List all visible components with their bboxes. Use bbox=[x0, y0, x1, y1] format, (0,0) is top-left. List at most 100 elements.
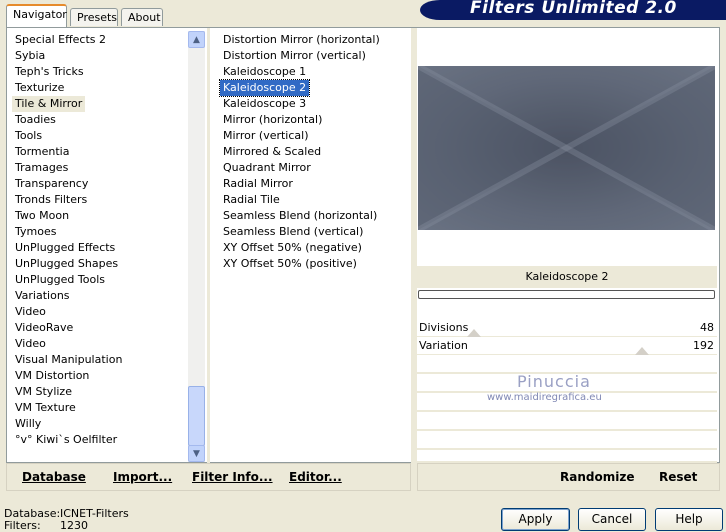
tab-label: Presets bbox=[77, 11, 118, 24]
category-item[interactable]: UnPlugged Tools bbox=[12, 272, 187, 288]
scroll-up-button[interactable]: ▲ bbox=[188, 31, 205, 48]
category-item[interactable]: Tronds Filters bbox=[12, 192, 187, 208]
empty-slider-row bbox=[417, 414, 717, 431]
filter-item[interactable]: Radial Tile bbox=[220, 192, 410, 208]
category-item[interactable]: Special Effects 2 bbox=[12, 32, 187, 48]
filter-label: Mirror (horizontal) bbox=[223, 113, 323, 126]
filter-item[interactable]: XY Offset 50% (positive) bbox=[220, 256, 410, 272]
category-item[interactable]: Toadies bbox=[12, 112, 187, 128]
category-scrollbar[interactable]: ▲ ▼ bbox=[188, 31, 205, 462]
category-item[interactable]: Tile & Mirror bbox=[12, 96, 187, 112]
filter-item[interactable]: Mirror (horizontal) bbox=[220, 112, 410, 128]
category-item[interactable]: Tramages bbox=[12, 160, 187, 176]
filter-item[interactable]: XY Offset 50% (negative) bbox=[220, 240, 410, 256]
category-item[interactable]: °v° Kiwi`s Oelfilter bbox=[12, 432, 187, 448]
category-item[interactable]: VideoRave bbox=[12, 320, 187, 336]
filters-status: Filters: 1230 bbox=[4, 519, 88, 532]
help-button[interactable]: Help bbox=[655, 508, 723, 531]
category-item[interactable]: VM Stylize bbox=[12, 384, 187, 400]
filter-item[interactable]: Mirrored & Scaled bbox=[220, 144, 410, 160]
category-label: Video bbox=[15, 305, 46, 318]
reset-button[interactable]: Reset bbox=[659, 470, 697, 484]
scroll-down-button[interactable]: ▼ bbox=[188, 445, 205, 462]
filter-item[interactable]: Kaleidoscope 3 bbox=[220, 96, 410, 112]
category-item[interactable]: Tools bbox=[12, 128, 187, 144]
filter-label: Radial Tile bbox=[223, 193, 280, 206]
filter-item[interactable]: Seamless Blend (vertical) bbox=[220, 224, 410, 240]
filter-item[interactable]: Distortion Mirror (horizontal) bbox=[220, 32, 410, 48]
cancel-button[interactable]: Cancel bbox=[578, 508, 646, 531]
filter-item[interactable]: Mirror (vertical) bbox=[220, 128, 410, 144]
category-item[interactable]: UnPlugged Shapes bbox=[12, 256, 187, 272]
filter-label: Radial Mirror bbox=[223, 177, 293, 190]
category-item[interactable]: UnPlugged Effects bbox=[12, 240, 187, 256]
category-label: Texturize bbox=[15, 81, 65, 94]
filter-item[interactable]: Radial Mirror bbox=[220, 176, 410, 192]
scroll-thumb[interactable] bbox=[188, 386, 205, 446]
button-label: Database bbox=[22, 470, 86, 484]
category-item[interactable]: Video bbox=[12, 336, 187, 352]
category-item[interactable]: Tymoes bbox=[12, 224, 187, 240]
database-button[interactable]: Database bbox=[22, 470, 86, 484]
category-label: VideoRave bbox=[15, 321, 74, 334]
slider-value: 48 bbox=[700, 321, 714, 334]
filter-item[interactable]: Kaleidoscope 2 bbox=[218, 79, 410, 97]
tab-presets[interactable]: Presets bbox=[70, 8, 118, 26]
filter-item[interactable]: Kaleidoscope 1 bbox=[220, 64, 410, 80]
filter-label: Quadrant Mirror bbox=[223, 161, 311, 174]
category-item[interactable]: Video bbox=[12, 304, 187, 320]
divisions-slider[interactable]: Divisions 48 bbox=[417, 320, 717, 337]
category-item[interactable]: Visual Manipulation bbox=[12, 352, 187, 368]
category-item[interactable]: Teph's Tricks bbox=[12, 64, 187, 80]
filter-label: Mirror (vertical) bbox=[223, 129, 309, 142]
category-item[interactable]: VM Texture bbox=[12, 400, 187, 416]
category-item[interactable]: Sybia bbox=[12, 48, 187, 64]
tab-label: Navigator bbox=[13, 8, 67, 21]
chevron-up-icon: ▲ bbox=[193, 34, 200, 45]
category-label: Video bbox=[15, 337, 46, 350]
slider-knob[interactable] bbox=[635, 347, 649, 355]
category-label: UnPlugged Effects bbox=[15, 241, 116, 254]
slider-label: Variation bbox=[419, 339, 468, 352]
category-item[interactable]: VM Distortion bbox=[12, 368, 187, 384]
category-label: Willy bbox=[15, 417, 42, 430]
watermark-name: Pinuccia bbox=[517, 372, 591, 391]
category-label: Tile & Mirror bbox=[12, 96, 86, 112]
category-item[interactable]: Transparency bbox=[12, 176, 187, 192]
chevron-down-icon: ▼ bbox=[193, 448, 200, 459]
preview-caption: Kaleidoscope 2 bbox=[417, 266, 717, 288]
filter-label: Distortion Mirror (vertical) bbox=[223, 49, 366, 62]
category-label: Tymoes bbox=[15, 225, 57, 238]
category-label: Special Effects 2 bbox=[15, 33, 107, 46]
editor-button[interactable]: Editor... bbox=[289, 470, 342, 484]
button-label: Editor... bbox=[289, 470, 342, 484]
filter-item[interactable]: Distortion Mirror (vertical) bbox=[220, 48, 410, 64]
filter-label: Kaleidoscope 1 bbox=[223, 65, 307, 78]
category-label: Teph's Tricks bbox=[15, 65, 84, 78]
apply-button[interactable]: Apply bbox=[501, 508, 570, 531]
filter-info-button[interactable]: Filter Info... bbox=[192, 470, 273, 484]
category-label: VM Distortion bbox=[15, 369, 90, 382]
filter-item[interactable]: Seamless Blend (horizontal) bbox=[220, 208, 410, 224]
tab-navigator[interactable]: Navigator bbox=[6, 4, 67, 27]
category-item[interactable]: Texturize bbox=[12, 80, 187, 96]
category-label: UnPlugged Tools bbox=[15, 273, 105, 286]
slider-knob[interactable] bbox=[467, 329, 481, 337]
category-item[interactable]: Willy bbox=[12, 416, 187, 432]
tab-about[interactable]: About bbox=[121, 8, 163, 26]
randomize-button[interactable]: Randomize bbox=[560, 470, 634, 484]
button-label: Apply bbox=[518, 512, 553, 526]
import-button[interactable]: Import... bbox=[113, 470, 172, 484]
category-item[interactable]: Two Moon bbox=[12, 208, 187, 224]
category-label: Toadies bbox=[15, 113, 56, 126]
category-label: Tools bbox=[15, 129, 43, 142]
category-label: Tronds Filters bbox=[15, 193, 88, 206]
variation-slider[interactable]: Variation 192 bbox=[417, 338, 717, 355]
category-item[interactable]: Tormentia bbox=[12, 144, 187, 160]
category-item[interactable]: Variations bbox=[12, 288, 187, 304]
category-label: °v° Kiwi`s Oelfilter bbox=[15, 433, 118, 446]
category-label: Transparency bbox=[15, 177, 89, 190]
filter-label: Mirrored & Scaled bbox=[223, 145, 322, 158]
filter-item[interactable]: Quadrant Mirror bbox=[220, 160, 410, 176]
category-label: VM Stylize bbox=[15, 385, 72, 398]
